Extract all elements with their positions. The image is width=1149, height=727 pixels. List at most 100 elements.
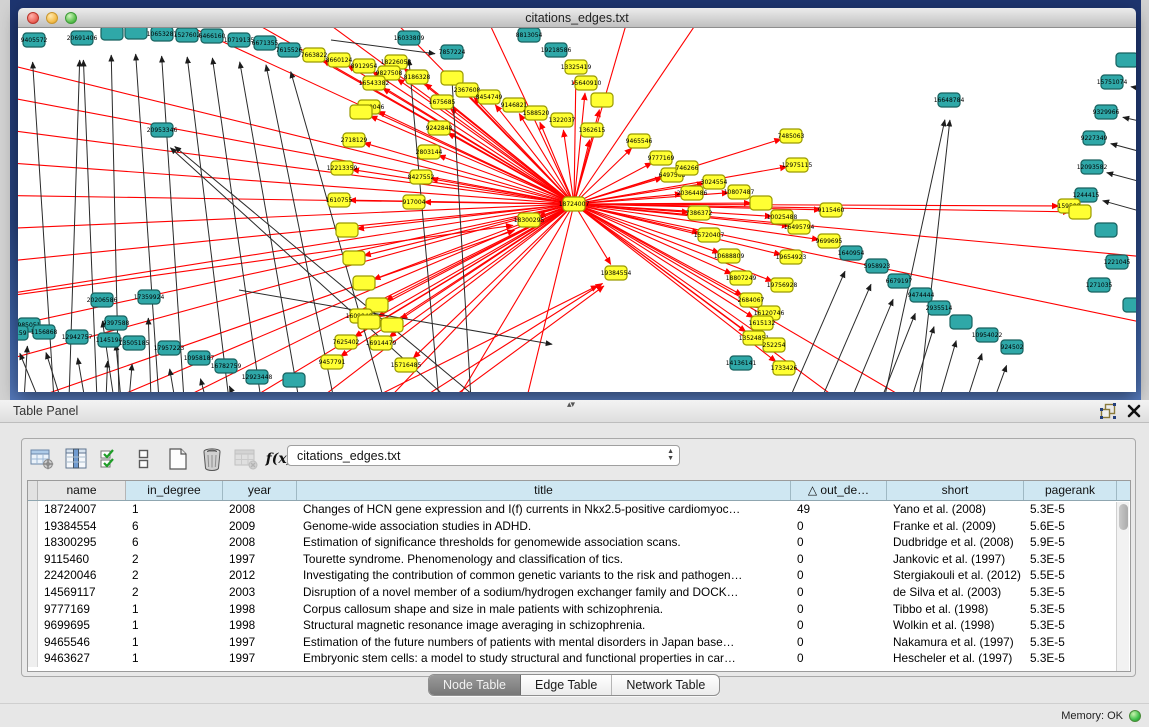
graph-edge[interactable] (29, 230, 515, 392)
float-panel-icon[interactable] (1100, 403, 1117, 419)
delete-table-button[interactable] (232, 445, 259, 473)
table-cell[interactable]: Embryonic stem cells: a model to study s… (297, 650, 791, 667)
table-cell[interactable]: 9115460 (38, 551, 126, 568)
table-panel-header[interactable]: ▴▾ Table Panel (0, 400, 1149, 423)
column-header-out_de[interactable]: △ out_de… (791, 481, 887, 500)
graph-edge[interactable] (212, 58, 261, 392)
graph-edge[interactable] (24, 346, 27, 392)
column-header-title[interactable]: title (297, 481, 791, 500)
table-cell[interactable]: 1 (126, 650, 223, 667)
graph-edge[interactable] (1103, 201, 1136, 222)
graph-edge[interactable] (187, 57, 229, 392)
graph-node[interactable] (1095, 223, 1117, 237)
table-cell[interactable]: 0 (791, 634, 887, 651)
column-header-pagerank[interactable]: pagerank (1024, 481, 1117, 500)
table-cell[interactable]: 1997 (223, 551, 297, 568)
node-attribute-table[interactable]: namein_degreeyeartitle△ out_de…shortpage… (27, 480, 1131, 672)
graph-edge[interactable] (20, 353, 39, 392)
graph-node[interactable] (1116, 53, 1136, 67)
graph-edge[interactable] (1123, 117, 1136, 130)
table-cell[interactable]: 19384554 (38, 518, 126, 535)
graph-edge[interactable] (821, 284, 871, 392)
table-cell[interactable]: 6 (126, 534, 223, 551)
column-header-year[interactable]: year (223, 481, 297, 500)
table-cell[interactable]: Disruption of a novel member of a sodium… (297, 584, 791, 601)
graph-node[interactable] (125, 28, 147, 39)
graph-edge[interactable] (18, 204, 574, 335)
graph-node[interactable] (950, 315, 972, 329)
table-row[interactable]: 911546021997Tourette syndrome. Phenomeno… (28, 551, 1130, 568)
table-row[interactable]: 1830029562008Estimation of significance … (28, 534, 1130, 551)
table-cell[interactable]: 2009 (223, 518, 297, 535)
window-titlebar[interactable]: citations_edges.txt (18, 8, 1136, 28)
table-cell[interactable]: 2003 (223, 584, 297, 601)
graph-edge[interactable] (352, 170, 574, 204)
table-cell[interactable]: 5.6E-5 (1024, 518, 1117, 535)
graph-node[interactable] (101, 28, 123, 40)
graph-edge[interactable] (994, 365, 1007, 392)
table-cell[interactable]: 0 (791, 551, 887, 568)
tab-edge-table[interactable]: Edge Table (521, 675, 612, 695)
table-cell[interactable]: 1 (126, 601, 223, 618)
graph-edge[interactable] (106, 361, 108, 392)
table-cell[interactable]: 1997 (223, 650, 297, 667)
table-options-button[interactable] (28, 445, 55, 473)
table-row[interactable]: 1456911722003Disruption of a novel membe… (28, 584, 1130, 601)
table-cell[interactable]: 2 (126, 567, 223, 584)
table-cell[interactable]: 49 (791, 501, 887, 518)
graph-edge[interactable] (789, 271, 845, 392)
graph-node[interactable] (750, 196, 772, 210)
table-cell[interactable]: 2 (126, 551, 223, 568)
graph-edge[interactable] (574, 28, 719, 204)
graph-edge[interactable] (18, 90, 574, 204)
graph-node[interactable] (350, 105, 372, 119)
graph-edge[interactable] (148, 318, 151, 392)
graph-edge[interactable] (129, 364, 132, 392)
table-cell[interactable]: 5.3E-5 (1024, 601, 1117, 618)
table-cell[interactable]: 5.3E-5 (1024, 501, 1117, 518)
table-cell[interactable]: 0 (791, 567, 887, 584)
table-cell[interactable]: 9777169 (38, 601, 126, 618)
graph-edge[interactable] (18, 55, 574, 204)
graph-node[interactable] (381, 318, 403, 332)
graph-node[interactable] (358, 315, 380, 329)
graph-edge[interactable] (266, 65, 334, 392)
graph-node[interactable] (343, 251, 365, 265)
graph-edge[interactable] (229, 386, 236, 392)
graph-edge[interactable] (240, 62, 299, 392)
table-cell[interactable]: 5.3E-5 (1024, 634, 1117, 651)
table-cell[interactable]: 1997 (223, 634, 297, 651)
table-cell[interactable]: Tibbo et al. (1998) (887, 601, 1024, 618)
column-header-short[interactable]: short (887, 481, 1024, 500)
table-cell[interactable]: 0 (791, 534, 887, 551)
table-cell[interactable]: 0 (791, 617, 887, 634)
table-cell[interactable]: 18300295 (38, 534, 126, 551)
table-cell[interactable]: 0 (791, 650, 887, 667)
tab-network-table[interactable]: Network Table (612, 675, 719, 695)
table-cell[interactable]: 2 (126, 584, 223, 601)
citation-network-graph[interactable]: 9405572206914061065328715276026466160107… (18, 28, 1136, 392)
table-cell[interactable]: Corpus callosum shape and size in male p… (297, 601, 791, 618)
graph-edge[interactable] (851, 299, 893, 392)
graph-node[interactable] (336, 223, 358, 237)
create-column-button[interactable] (164, 445, 191, 473)
table-row[interactable]: 977716911998Corpus callosum shape and si… (28, 601, 1130, 618)
graph-edge[interactable] (78, 358, 85, 392)
graph-edge[interactable] (1107, 173, 1136, 192)
graph-edge[interactable] (574, 28, 639, 204)
table-cell[interactable]: 5.3E-5 (1024, 584, 1117, 601)
table-row[interactable]: 969969511998Structural magnetic resonanc… (28, 617, 1130, 634)
table-cell[interactable]: 1 (126, 501, 223, 518)
table-cell[interactable]: 1 (126, 634, 223, 651)
graph-node[interactable] (1123, 298, 1136, 312)
table-row[interactable]: 946554611997Estimation of the future num… (28, 634, 1130, 651)
table-row[interactable]: 1872400712008Changes of HCN gene express… (28, 501, 1130, 518)
table-cell[interactable]: 2012 (223, 567, 297, 584)
table-cell[interactable]: Yano et al. (2008) (887, 501, 1024, 518)
table-cell[interactable]: 6 (126, 518, 223, 535)
table-cell[interactable]: 1998 (223, 601, 297, 618)
table-cell[interactable]: 5.3E-5 (1024, 551, 1117, 568)
table-cell[interactable]: Genome-wide association studies in ADHD. (297, 518, 791, 535)
table-cell[interactable]: 5.3E-5 (1024, 650, 1117, 667)
table-cell[interactable]: Hescheler et al. (1997) (887, 650, 1024, 667)
